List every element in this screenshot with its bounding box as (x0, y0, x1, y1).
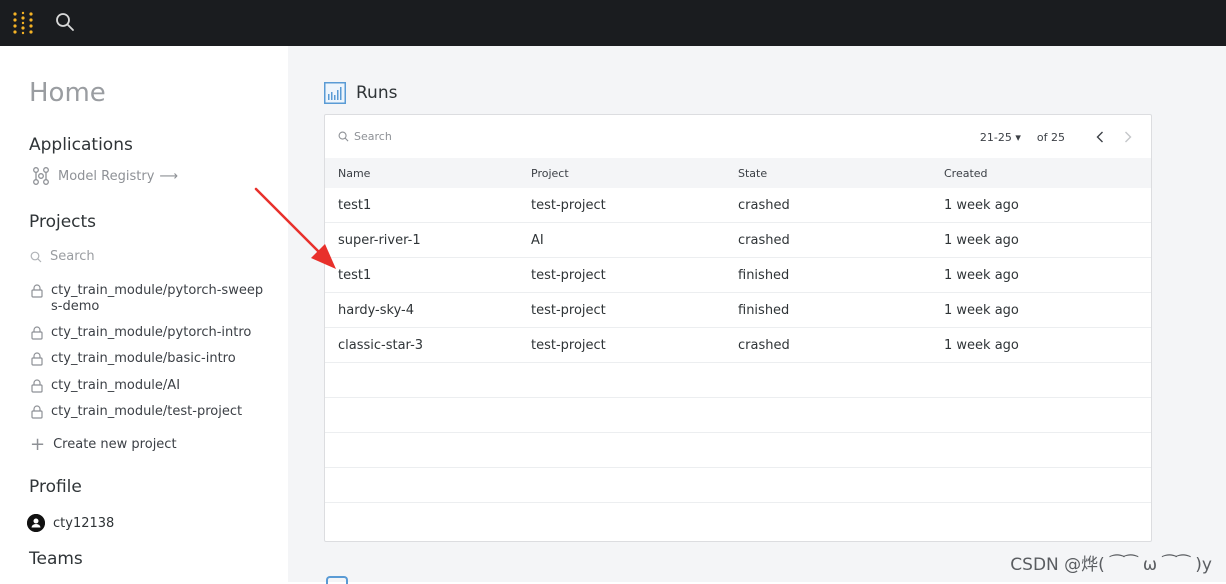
search-icon (338, 131, 349, 142)
arrow-right-icon: ⟶ (159, 168, 179, 184)
empty-table-row (325, 433, 1151, 468)
sidebar: Home Applications Model Registry ⟶ Proje… (0, 46, 288, 582)
lock-icon (31, 326, 43, 340)
runs-table: Name Project State Created test1 test-pr… (325, 158, 1151, 538)
search-icon[interactable] (55, 12, 75, 32)
page-range-dropdown[interactable]: 21-25 ▾ (980, 131, 1021, 144)
run-name[interactable]: super-river-1 (325, 233, 531, 248)
caret-down-icon: ▾ (1011, 130, 1021, 144)
run-project[interactable]: AI (531, 233, 738, 248)
run-created: 1 week ago (944, 337, 1019, 353)
model-registry-link[interactable]: Model Registry ⟶ (32, 166, 178, 186)
page-range-label: 21-25 (979, 130, 1012, 144)
run-name[interactable]: test1 (325, 198, 531, 213)
run-project[interactable]: test-project (531, 303, 738, 318)
project-item[interactable]: cty_train_module/AI (31, 378, 266, 394)
section-icon (326, 576, 348, 584)
run-project[interactable]: test-project (531, 338, 738, 353)
project-item-label: cty_train_module/pytorch-sweeps-demo (51, 283, 264, 314)
table-header: Name Project State Created (325, 158, 1151, 188)
projects-heading: Projects (29, 212, 97, 232)
lock-icon (31, 379, 43, 393)
project-item-label: cty_train_module/test-project (51, 404, 243, 419)
create-new-project-label: Create new project (53, 437, 177, 452)
run-created: 1 week ago (944, 197, 1019, 213)
create-new-project-button[interactable]: + Create new project (30, 433, 177, 455)
lock-icon (31, 405, 43, 419)
project-item[interactable]: cty_train_module/pytorch-intro (31, 325, 266, 341)
lock-icon (31, 352, 43, 366)
top-navbar (0, 0, 1226, 46)
project-item-label: cty_train_module/pytorch-intro (51, 325, 252, 340)
prev-page-button[interactable] (1093, 127, 1107, 147)
table-row[interactable]: hardy-sky-4 test-project finished 1 week… (325, 293, 1151, 328)
project-search-input[interactable]: Search (30, 249, 95, 264)
profile-username: cty12138 (53, 515, 115, 531)
pagination: 21-25 ▾ of 25 (980, 127, 1135, 147)
project-item[interactable]: cty_train_module/pytorch-sweeps-demo (31, 283, 266, 315)
applications-heading: Applications (29, 135, 133, 155)
avatar (27, 514, 45, 532)
run-created: 1 week ago (944, 302, 1019, 318)
empty-table-row (325, 468, 1151, 503)
table-row[interactable]: test1 test-project finished 1 week ago (325, 258, 1151, 293)
search-placeholder: Search (50, 249, 95, 264)
table-row[interactable]: test1 test-project crashed 1 week ago (325, 188, 1151, 223)
chevron-left-icon (1096, 131, 1103, 143)
profile-heading: Profile (29, 477, 82, 497)
plus-icon: + (30, 433, 46, 455)
lock-icon (31, 284, 43, 298)
runs-chart-icon (324, 82, 346, 104)
search-placeholder: Search (354, 130, 392, 143)
run-state: finished (738, 267, 790, 283)
runs-table-panel: Search 21-25 ▾ of 25 Name Project State … (324, 114, 1152, 542)
run-created: 1 week ago (944, 232, 1019, 248)
chevron-right-icon (1125, 131, 1132, 143)
project-item-label: cty_train_module/AI (51, 378, 181, 393)
run-state: crashed (738, 197, 790, 213)
run-name[interactable]: classic-star-3 (325, 338, 531, 353)
search-icon (30, 251, 42, 262)
wandb-dots-icon[interactable] (12, 11, 36, 35)
profile-link[interactable]: cty12138 (27, 514, 114, 532)
run-created: 1 week ago (944, 267, 1019, 283)
watermark-text: CSDN @烨( ⁀⁀ ω ⁀⁀ )y (1010, 555, 1212, 575)
table-row[interactable]: super-river-1 AI crashed 1 week ago (325, 223, 1151, 258)
project-item[interactable]: cty_train_module/basic-intro (31, 351, 266, 367)
column-header-created[interactable]: Created (944, 167, 1151, 180)
empty-table-row (325, 398, 1151, 433)
next-page-button[interactable] (1121, 127, 1135, 147)
teams-heading: Teams (29, 549, 83, 569)
run-project[interactable]: test-project (531, 268, 738, 283)
model-registry-icon (33, 167, 49, 185)
runs-search-input[interactable]: Search (338, 130, 392, 143)
runs-title: Runs (356, 83, 398, 103)
empty-table-row (325, 363, 1151, 398)
column-header-name[interactable]: Name (325, 167, 531, 180)
run-state: finished (738, 302, 790, 318)
main-content: Runs Search 21-25 ▾ of 25 Name Project S… (288, 46, 1226, 584)
model-registry-label: Model Registry (58, 168, 155, 184)
project-item-label: cty_train_module/basic-intro (51, 351, 236, 366)
column-header-state[interactable]: State (738, 167, 944, 180)
run-state: crashed (738, 232, 790, 248)
page-title: Home (29, 78, 106, 108)
column-header-project[interactable]: Project (531, 167, 738, 180)
empty-table-row (325, 503, 1151, 538)
run-name[interactable]: test1 (325, 268, 531, 283)
project-item[interactable]: cty_train_module/test-project (31, 404, 266, 420)
run-project[interactable]: test-project (531, 198, 738, 213)
runs-header: Runs (324, 82, 397, 104)
run-name[interactable]: hardy-sky-4 (325, 303, 531, 318)
table-row[interactable]: classic-star-3 test-project crashed 1 we… (325, 328, 1151, 363)
page-total-label: of 25 (1036, 130, 1065, 144)
run-state: crashed (738, 337, 790, 353)
